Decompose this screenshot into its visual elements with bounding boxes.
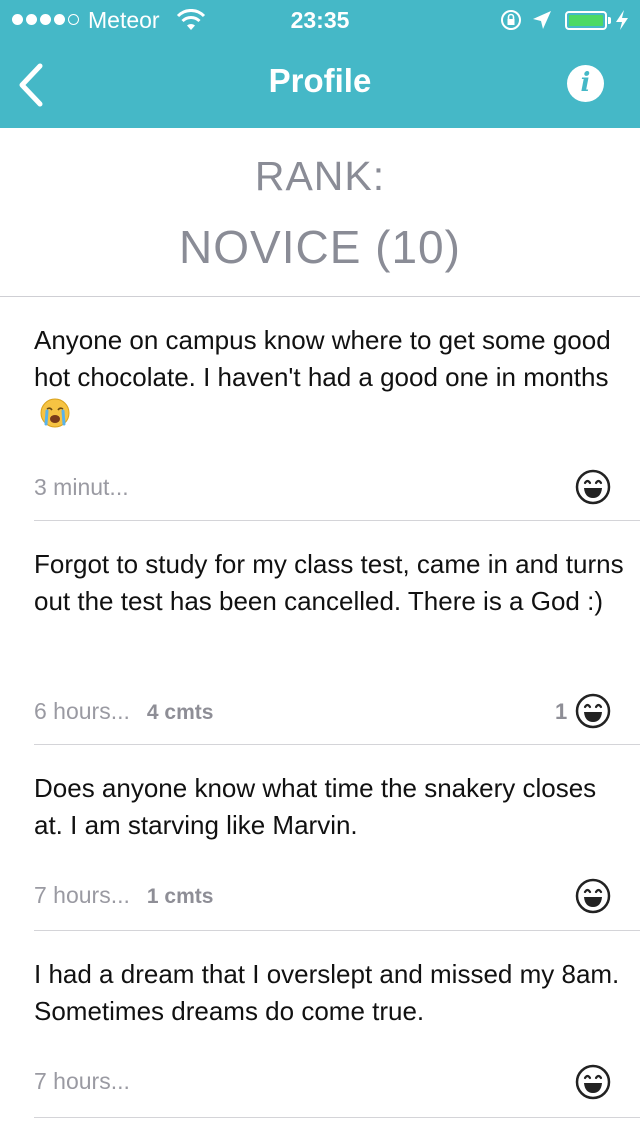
post-item[interactable]: Does anyone know what time the snakery c… xyxy=(34,770,640,932)
post-text: Forgot to study for my class test, came … xyxy=(34,549,624,616)
charging-bolt-icon xyxy=(616,10,628,30)
comment-count[interactable]: 4 cmts xyxy=(147,701,214,725)
rank-label: RANK: xyxy=(254,153,386,199)
page-title: Profile xyxy=(268,62,372,99)
post-separator xyxy=(34,520,640,521)
status-bar: Meteor 23:35 xyxy=(0,0,640,40)
post-meta: 3 minut... xyxy=(34,474,129,501)
post-text: Anyone on campus know where to get some … xyxy=(34,322,624,433)
post-separator xyxy=(34,1117,640,1118)
post-meta: 7 hours... xyxy=(34,1068,130,1095)
post-meta: 6 hours... 4 cmts xyxy=(34,698,213,725)
post-text: Does anyone know what time the snakery c… xyxy=(34,773,597,840)
smiley-vote-icon[interactable] xyxy=(575,878,611,914)
post-time: 7 hours... xyxy=(34,882,130,908)
rank-section: RANK: NOVICE (10) xyxy=(0,128,640,296)
smiley-vote-icon[interactable] xyxy=(575,693,611,729)
vote-count: 1 xyxy=(555,699,568,724)
battery-tip xyxy=(608,17,611,24)
smiley-vote-icon[interactable] xyxy=(575,1064,611,1100)
post-text: I had a dream that I overslept and misse… xyxy=(34,959,620,1026)
post-separator xyxy=(34,744,640,745)
post-meta: 7 hours... 1 cmts xyxy=(34,882,213,909)
rank-value: NOVICE (10) xyxy=(179,221,461,273)
rotation-lock-icon xyxy=(501,10,521,30)
post-item[interactable]: Forgot to study for my class test, came … xyxy=(34,546,640,746)
post-time: 7 hours... xyxy=(34,1068,130,1094)
crying-face-icon xyxy=(40,398,70,428)
battery-icon xyxy=(565,11,607,30)
post-time: 6 hours... xyxy=(34,698,130,724)
post-separator xyxy=(34,930,640,931)
comment-count[interactable]: 1 cmts xyxy=(147,885,214,909)
post-item[interactable]: I had a dream that I overslept and misse… xyxy=(34,956,640,1120)
divider xyxy=(0,296,640,297)
smiley-vote-icon[interactable] xyxy=(575,469,611,505)
location-arrow-icon xyxy=(533,11,551,29)
header-bar: Meteor 23:35 Profile i xyxy=(0,0,640,128)
post-time: 3 minut... xyxy=(34,474,129,500)
info-icon[interactable]: i xyxy=(567,65,604,102)
post-item[interactable]: Anyone on campus know where to get some … xyxy=(34,322,640,522)
